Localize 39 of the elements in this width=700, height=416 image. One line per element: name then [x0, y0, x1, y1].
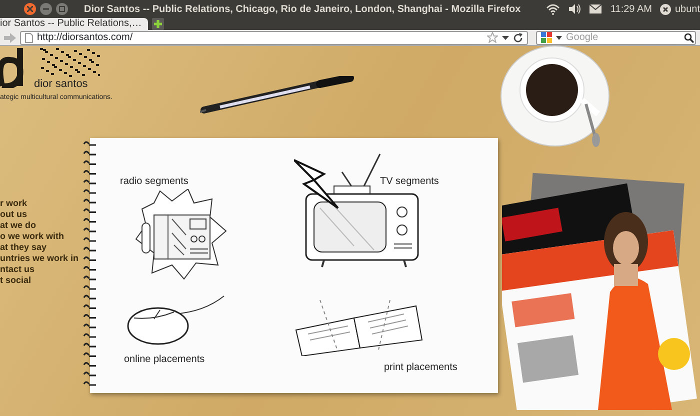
menu-link[interactable]: t social — [0, 274, 32, 286]
new-tab-icon[interactable] — [152, 18, 164, 30]
address-field[interactable]: http://diorsantos.com/ — [20, 30, 528, 44]
search-field[interactable]: Google — [536, 30, 696, 44]
reload-icon[interactable] — [513, 32, 523, 42]
google-icon[interactable] — [541, 32, 552, 43]
maximize-icon — [59, 6, 65, 12]
minimize-icon — [43, 6, 49, 12]
menu-link[interactable]: o we work with — [0, 230, 64, 242]
notebook-label: print placements — [384, 361, 458, 375]
url-text: http://diorsantos.com/ — [37, 32, 133, 44]
power-icon[interactable] — [660, 4, 671, 14]
notebook-label: radio segments — [120, 175, 190, 189]
menu-link[interactable]: out us — [0, 208, 27, 220]
search-icon[interactable] — [684, 32, 694, 42]
window-title: Dior Santos -- Public Relations, Chicago, Rio de Janeiro, London, Shanghai - Mozilla Firefox — [84, 2, 521, 16]
browser-tab[interactable]: ior Santos -- Public Relations,… — [0, 18, 148, 30]
star-icon[interactable] — [487, 32, 498, 43]
caret-icon[interactable] — [556, 36, 562, 40]
volume-icon[interactable] — [568, 3, 582, 15]
notebook-label: online placements — [124, 353, 206, 367]
close-button[interactable] — [24, 3, 36, 15]
page-icon — [25, 32, 33, 42]
brand-name: dior santos — [34, 77, 88, 92]
menu-link[interactable]: at we do — [0, 220, 36, 230]
search-input[interactable]: Google — [566, 30, 676, 45]
mail-icon[interactable] — [589, 4, 602, 14]
clock[interactable]: 11:29 AM — [610, 2, 652, 16]
menu-link[interactable]: ntact us — [0, 264, 35, 274]
menu-link[interactable]: untries we work in — [0, 252, 79, 264]
maximize-button[interactable] — [56, 3, 68, 15]
user-name[interactable]: ubunt — [674, 2, 700, 16]
caret-icon[interactable] — [502, 36, 509, 40]
close-icon — [27, 6, 33, 12]
menu-link[interactable]: at they say — [0, 242, 47, 252]
menu-link[interactable]: r work — [0, 198, 28, 208]
minimize-button[interactable] — [40, 3, 52, 15]
wifi-icon[interactable] — [546, 3, 560, 15]
notebook-label: TV segments — [380, 175, 439, 189]
